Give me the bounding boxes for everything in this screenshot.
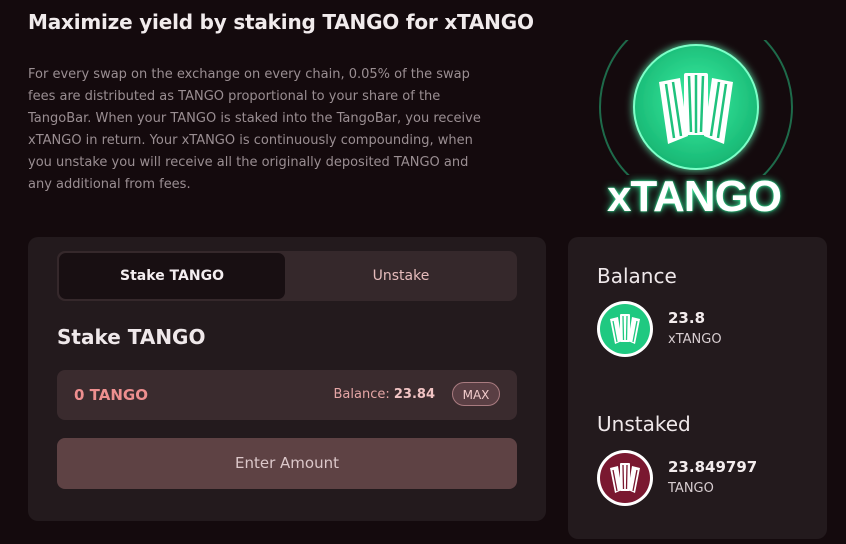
page-title: Maximize yield by staking TANGO for xTAN…	[28, 10, 534, 34]
accordion-icon	[599, 10, 793, 204]
xtango-symbol: xTANGO	[668, 332, 722, 347]
logo-text: xTANGO	[606, 172, 782, 221]
tango-symbol: TANGO	[668, 481, 714, 496]
balance-label: Balance:	[333, 387, 390, 402]
wallet-balance: Balance: 23.84	[334, 370, 436, 420]
stake-tabs: Stake TANGO Unstake	[57, 251, 517, 301]
stake-heading: Stake TANGO	[57, 325, 206, 349]
description: For every swap on the exchange on every …	[28, 67, 481, 192]
tango-token-icon	[597, 450, 653, 506]
xtango-amount: 23.8	[668, 309, 706, 327]
xtango-logo: xTANGO	[596, 10, 796, 221]
stake-card: Stake TANGO Unstake Stake TANGO 0 TANGO …	[28, 237, 546, 521]
enter-amount-button[interactable]: Enter Amount	[57, 438, 517, 489]
tango-unstaked-row: 23.849797 TANGO	[596, 449, 816, 509]
balance-value: 23.84	[393, 387, 435, 402]
tab-unstake[interactable]: Unstake	[287, 253, 515, 299]
xtango-token-icon	[597, 301, 653, 357]
amount-input-value[interactable]: 0 TANGO	[74, 370, 148, 420]
unstaked-heading: Unstaked	[597, 412, 691, 436]
balance-heading: Balance	[597, 264, 677, 288]
balance-card: Balance 23.8 xTANGO Unstaked 23.849797 T…	[568, 237, 827, 539]
amount-input-box[interactable]: 0 TANGO Balance: 23.84 MAX	[57, 370, 517, 420]
xtango-balance-row: 23.8 xTANGO	[596, 300, 816, 360]
tab-stake[interactable]: Stake TANGO	[59, 253, 285, 299]
tango-amount: 23.849797	[668, 458, 758, 476]
max-button[interactable]: MAX	[452, 382, 500, 406]
